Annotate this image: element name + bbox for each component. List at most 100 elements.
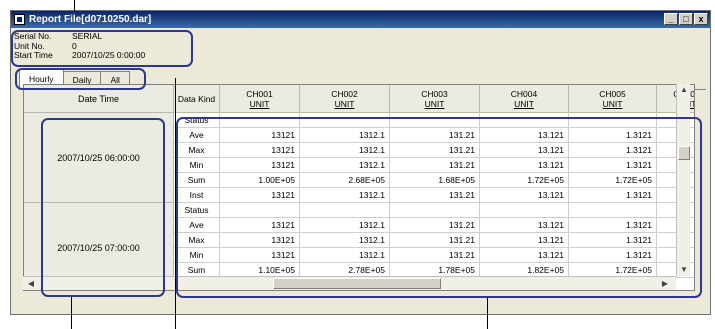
start-time-value: 2007/10/25 0:00:00 xyxy=(72,50,146,60)
value-cell[interactable]: 1.3121 xyxy=(569,128,657,143)
channel-unit: UNIT xyxy=(249,99,270,109)
value-cell[interactable]: 131.21 xyxy=(390,128,480,143)
data-kind-cell[interactable]: Inst xyxy=(174,188,220,203)
date-time-header: Date Time xyxy=(24,85,174,113)
scroll-down-icon[interactable]: ▼ xyxy=(678,264,690,276)
channel-unit: UNIT xyxy=(602,99,623,109)
value-cell[interactable]: 1.3121 xyxy=(569,158,657,173)
channel-unit: UNIT xyxy=(334,99,355,109)
value-cell[interactable]: 13.121 xyxy=(480,158,569,173)
info-pointer-line xyxy=(74,0,75,11)
value-cell[interactable] xyxy=(300,113,390,128)
data-pointer-line xyxy=(487,298,488,329)
value-cell[interactable] xyxy=(300,203,390,218)
value-cell[interactable]: 13.121 xyxy=(480,248,569,263)
data-kind-cell[interactable]: Sum xyxy=(174,173,220,188)
value-cell[interactable]: 1.3121 xyxy=(569,143,657,158)
value-cell[interactable]: 1.72E+05 xyxy=(569,173,657,188)
value-cell[interactable]: 1312.1 xyxy=(300,218,390,233)
data-kind-cell[interactable]: Ave xyxy=(174,128,220,143)
report-table[interactable]: Date Time Data Kind CH001 UNIT CH002 UNIT CH… xyxy=(23,84,695,291)
channel-unit: UNIT xyxy=(424,99,445,109)
scroll-left-icon[interactable]: ◀ xyxy=(25,278,37,290)
value-cell[interactable]: 1.72E+05 xyxy=(480,173,569,188)
value-cell[interactable]: 13121 xyxy=(220,233,300,248)
data-kind-cell[interactable]: Min xyxy=(174,158,220,173)
value-cell[interactable]: 131.21 xyxy=(390,143,480,158)
value-cell[interactable]: 1312.1 xyxy=(300,248,390,263)
datetime-pointer-line xyxy=(71,297,72,329)
date-time-cell[interactable]: 2007/10/25 06:00:00 xyxy=(24,113,174,203)
maximize-button[interactable]: □ xyxy=(679,13,693,25)
value-cell[interactable]: 131.21 xyxy=(390,188,480,203)
tabs-pointer-line xyxy=(175,78,176,329)
value-cell[interactable]: 13.121 xyxy=(480,188,569,203)
window-title: Report File[d0710250.dar] xyxy=(29,14,152,25)
data-kind-cell[interactable]: Status xyxy=(174,113,220,128)
value-cell[interactable]: 131.21 xyxy=(390,158,480,173)
value-cell[interactable]: 131.21 xyxy=(390,233,480,248)
value-cell[interactable]: 1.3121 xyxy=(569,218,657,233)
value-cell[interactable]: 13121 xyxy=(220,218,300,233)
value-cell[interactable] xyxy=(220,113,300,128)
scroll-up-icon[interactable]: ▲ xyxy=(678,84,690,96)
report-file-icon xyxy=(14,14,25,25)
value-cell[interactable]: 1.3121 xyxy=(569,248,657,263)
value-cell[interactable] xyxy=(480,203,569,218)
value-cell[interactable]: 13.121 xyxy=(480,143,569,158)
value-cell[interactable]: 13121 xyxy=(220,128,300,143)
channel-header[interactable]: CH002 UNIT xyxy=(300,85,390,113)
value-cell[interactable]: 13.121 xyxy=(480,233,569,248)
value-cell[interactable]: 1.68E+05 xyxy=(390,173,480,188)
value-cell[interactable]: 1.00E+05 xyxy=(220,173,300,188)
value-cell[interactable]: 13.121 xyxy=(480,218,569,233)
horizontal-scroll-thumb[interactable] xyxy=(273,278,441,289)
value-cell[interactable]: 131.21 xyxy=(390,248,480,263)
value-cell[interactable]: 1.3121 xyxy=(569,188,657,203)
channel-name: CH001 xyxy=(246,89,273,99)
value-cell[interactable] xyxy=(390,113,480,128)
file-info-panel: Serial No. SERIAL Unit No. 0 Start Time … xyxy=(14,31,197,66)
value-cell[interactable]: 13121 xyxy=(220,188,300,203)
channel-unit: UNIT xyxy=(514,99,534,109)
channel-header[interactable]: CH003 UNIT xyxy=(390,85,480,113)
channel-name: CH004 xyxy=(510,89,538,99)
value-cell[interactable]: 13121 xyxy=(220,158,300,173)
info-row-start-time: Start Time 2007/10/25 0:00:00 xyxy=(14,50,197,61)
channel-name: CH002 xyxy=(331,89,358,99)
horizontal-scrollbar[interactable]: ◀ ▶ xyxy=(23,276,676,290)
value-cell[interactable] xyxy=(390,203,480,218)
value-cell[interactable]: 13121 xyxy=(220,143,300,158)
channel-header[interactable]: CH001 UNIT xyxy=(220,85,300,113)
vertical-scrollbar[interactable]: ▲ ▼ xyxy=(676,84,690,276)
channel-header[interactable]: CH004 UNIT xyxy=(480,85,569,113)
value-cell[interactable]: 1312.1 xyxy=(300,128,390,143)
close-button[interactable]: x xyxy=(694,13,708,25)
scroll-right-icon[interactable]: ▶ xyxy=(659,278,671,290)
value-cell[interactable]: 1312.1 xyxy=(300,188,390,203)
value-cell[interactable] xyxy=(480,113,569,128)
value-cell[interactable]: 131.21 xyxy=(390,218,480,233)
channel-name: CH003 xyxy=(421,89,448,99)
value-cell[interactable]: 13121 xyxy=(220,248,300,263)
value-cell[interactable]: 1312.1 xyxy=(300,233,390,248)
data-kind-cell[interactable]: Ave xyxy=(174,218,220,233)
value-cell[interactable]: 1.3121 xyxy=(569,233,657,248)
value-cell[interactable] xyxy=(569,113,657,128)
channel-header[interactable]: CH005 UNIT xyxy=(569,85,657,113)
vertical-scroll-thumb[interactable] xyxy=(678,146,690,160)
value-cell[interactable] xyxy=(220,203,300,218)
data-kind-cell[interactable]: Max xyxy=(174,143,220,158)
value-cell[interactable]: 1312.1 xyxy=(300,158,390,173)
title-bar[interactable]: Report File[d0710250.dar] _ □ x xyxy=(11,11,710,28)
minimize-button[interactable]: _ xyxy=(664,13,678,25)
value-cell[interactable]: 1312.1 xyxy=(300,143,390,158)
value-cell[interactable]: 13.121 xyxy=(480,128,569,143)
data-kind-cell[interactable]: Status xyxy=(174,203,220,218)
data-kind-cell[interactable]: Min xyxy=(174,248,220,263)
start-time-label: Start Time xyxy=(14,50,53,60)
channel-name: CH005 xyxy=(599,89,626,99)
value-cell[interactable]: 2.68E+05 xyxy=(300,173,390,188)
value-cell[interactable] xyxy=(569,203,657,218)
data-kind-cell[interactable]: Max xyxy=(174,233,220,248)
